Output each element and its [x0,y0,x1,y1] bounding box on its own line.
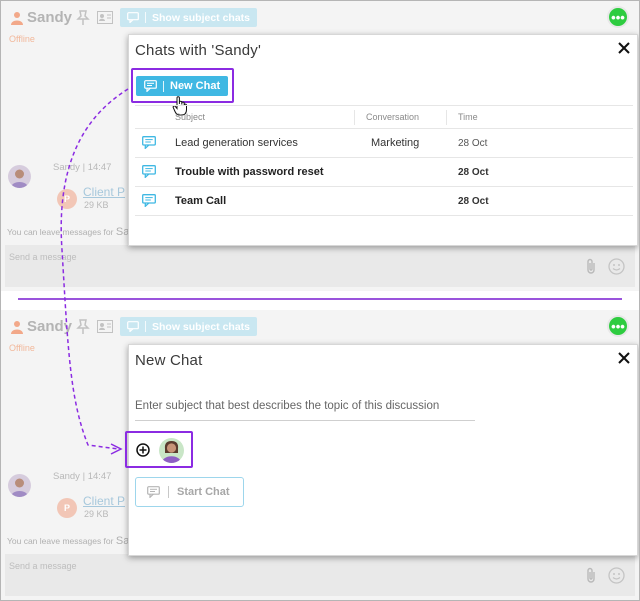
contact-name: Sandy [27,318,73,335]
button-separator [168,486,169,498]
avatar [8,165,31,188]
chat-bubble-icon [142,194,156,207]
column-header-subject: Subject [175,112,206,122]
row-subject: Lead generation services [175,137,298,149]
button-separator [163,80,164,92]
message-input-area[interactable]: Send a message [5,245,635,287]
paperclip-icon[interactable] [585,258,597,275]
chat-header: Sandy Show subject chats Offline ••• [1,1,639,44]
more-dots-icon[interactable]: ••• [607,6,629,28]
participant-avatar[interactable] [159,438,184,463]
message-input-placeholder: Send a message [9,252,77,262]
leave-message-notice: You can leave messages for Sa [7,226,130,238]
message-sender: Sandy | 14:47 [53,162,112,173]
chat-bubble-icon [142,136,156,149]
contact-name: Sandy [27,9,73,26]
close-icon[interactable] [617,351,631,365]
table-row[interactable]: Lead generation services Marketing 28 Oc… [135,129,633,158]
avatar [8,474,31,497]
contact-card-icon[interactable] [97,11,113,24]
user-icon [11,321,23,334]
pin-icon[interactable] [76,319,90,335]
status-offline: Offline [9,34,35,44]
chats-dialog: Chats with 'Sandy' New Chat Subject Conv… [128,34,638,246]
row-conversation: Marketing [371,137,420,149]
column-separator [446,110,447,125]
show-subject-chats-button[interactable]: Show subject chats [120,8,258,27]
button-separator [145,12,146,23]
new-chat-label: New Chat [170,80,221,92]
contact-card-icon[interactable] [97,320,113,333]
section-divider [18,298,622,300]
column-separator [354,110,355,125]
message-sender: Sandy | 14:47 [53,471,112,482]
pin-icon[interactable] [76,10,90,26]
row-subject: Team Call [175,195,227,207]
paperclip-icon[interactable] [585,567,597,584]
dialog-title: New Chat [135,352,203,369]
chats-table: Subject Conversation Time Lead generatio… [135,105,633,216]
chat-bubble-icon [142,165,156,178]
more-dots-icon[interactable]: ••• [607,315,629,337]
subject-input[interactable] [135,391,475,421]
file-link[interactable]: Client P [83,185,125,199]
file-link[interactable]: Client P [83,494,125,508]
button-separator [145,321,146,332]
message-input-area[interactable]: Send a message [5,554,635,596]
powerpoint-file-icon: P [57,189,77,209]
status-offline: Offline [9,343,35,353]
chat-bubble-icon [147,486,160,498]
leave-message-notice: You can leave messages for Sa [7,535,130,547]
new-chat-button[interactable]: New Chat [136,76,229,96]
start-chat-label: Start Chat [177,486,230,498]
row-time: 28 Oct [458,167,489,178]
chat-bubble-icon [144,80,157,92]
row-time: 28 Oct [458,196,489,207]
file-size: 29 KB [84,509,109,519]
chat-bubble-icon [127,321,139,332]
table-row[interactable]: Team Call 28 Oct [135,187,633,216]
file-size: 29 KB [84,200,109,210]
message-input-placeholder: Send a message [9,561,77,571]
table-header: Subject Conversation Time [135,105,633,129]
emoji-icon[interactable] [608,567,625,584]
new-chat-dialog: New Chat Start Chat [125,344,638,556]
powerpoint-file-icon: P [57,498,77,518]
show-subject-chats-label: Show subject chats [152,320,251,333]
show-subject-chats-label: Show subject chats [152,11,251,24]
chat-bubble-icon [127,12,139,23]
chat-header: Sandy Show subject chats Offline ••• [1,310,639,353]
dialog-title: Chats with 'Sandy' [135,42,262,59]
add-circle-icon[interactable] [136,443,150,457]
user-icon [11,12,23,25]
table-row[interactable]: Trouble with password reset 28 Oct [135,158,633,187]
show-subject-chats-button[interactable]: Show subject chats [120,317,258,336]
emoji-icon[interactable] [608,258,625,275]
column-header-conversation: Conversation [366,112,420,122]
row-time: 28 Oct [458,138,488,149]
row-subject: Trouble with password reset [175,166,324,178]
close-icon[interactable] [617,41,631,55]
start-chat-button[interactable]: Start Chat [135,477,244,507]
column-header-time: Time [458,112,478,122]
